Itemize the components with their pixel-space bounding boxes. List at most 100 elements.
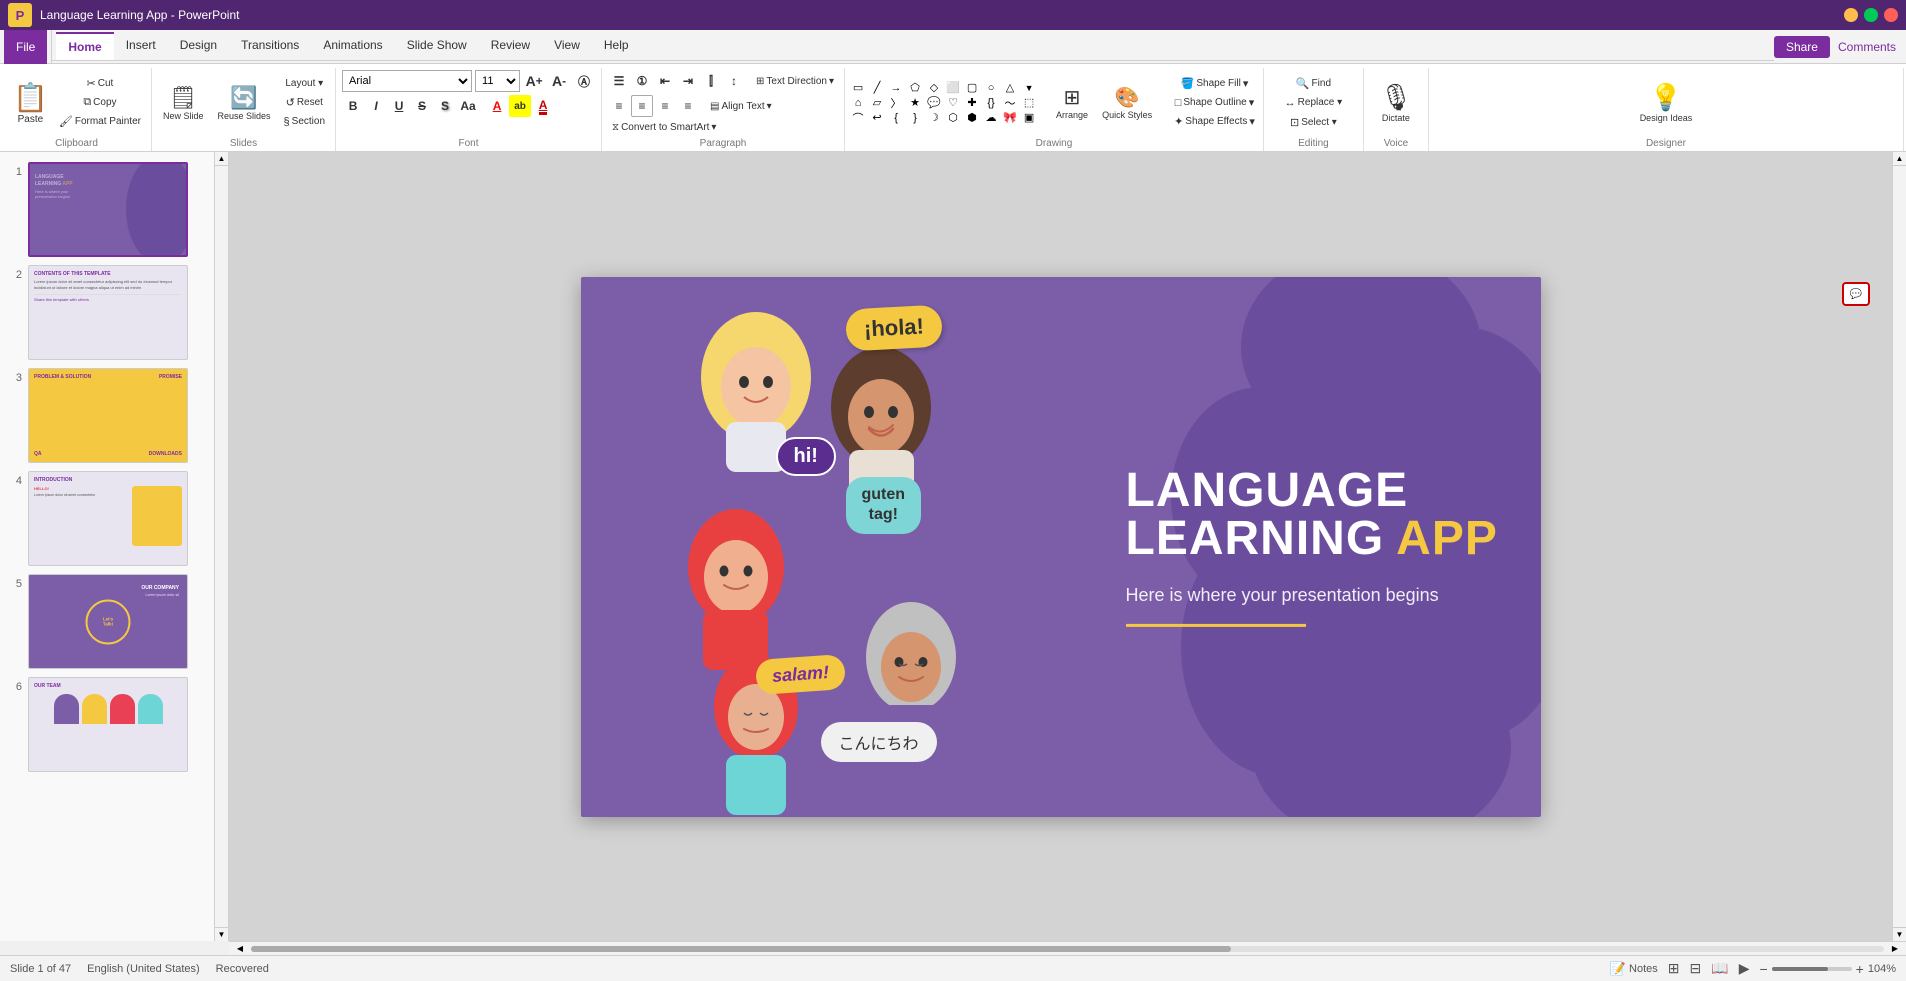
shape-outline-button[interactable]: □ Shape Outline ▾ — [1170, 94, 1259, 111]
dictate-button[interactable]: 🎙 Dictate — [1374, 79, 1417, 126]
increase-indent-button[interactable]: ⇥ — [677, 70, 699, 92]
design-ideas-button[interactable]: 💡 Design Ideas — [1635, 79, 1698, 126]
bent-arrow-shape[interactable]: ↩ — [868, 111, 886, 125]
tab-insert[interactable]: Insert — [114, 32, 168, 60]
text-color-button[interactable]: A — [486, 95, 508, 117]
align-right-button[interactable]: ≡ — [654, 95, 676, 117]
slide-sorter-button[interactable]: ⊟ — [1690, 960, 1702, 977]
zoom-slider[interactable] — [1772, 967, 1852, 971]
slideshow-button[interactable]: ▶ — [1739, 960, 1750, 977]
highlight-button[interactable]: ab — [509, 95, 531, 117]
bold-button[interactable]: B — [342, 95, 364, 117]
decrease-font-button[interactable]: A- — [548, 70, 570, 92]
arc-shape[interactable]: ⌒ — [849, 111, 867, 125]
moon-shape[interactable]: ☽ — [925, 111, 943, 125]
bracket-shape[interactable]: {} — [982, 96, 1000, 110]
text-direction-button[interactable]: ⊞ Text Direction ▾ — [752, 74, 838, 89]
quick-styles-button[interactable]: 🎨 Quick Styles — [1097, 82, 1157, 123]
hscroll-bar[interactable]: ◀ ▶ — [229, 941, 1906, 955]
justify-button[interactable]: ≡ — [677, 95, 699, 117]
tab-animations[interactable]: Animations — [311, 32, 394, 60]
convert-smartart-button[interactable]: ⧖ Convert to SmartArt ▾ — [608, 120, 720, 135]
shape-fill-button[interactable]: 🪣 Shape Fill ▾ — [1170, 75, 1259, 92]
underline-button[interactable]: U — [388, 95, 410, 117]
slide-thumb-2[interactable]: 2 CONTENTS OF THIS TEMPLATE Lorem ipsum … — [6, 263, 208, 362]
maximize-button[interactable] — [1864, 8, 1878, 22]
align-center-button[interactable]: ≡ — [631, 95, 653, 117]
decrease-indent-button[interactable]: ⇤ — [654, 70, 676, 92]
italic-button[interactable]: I — [365, 95, 387, 117]
hscroll-left[interactable]: ◀ — [233, 943, 247, 955]
triangle-shape[interactable]: △ — [1001, 81, 1019, 95]
scroll-down-arrow[interactable]: ▼ — [215, 927, 228, 941]
shape-effects-button[interactable]: ✦ Shape Effects ▾ — [1170, 113, 1259, 130]
cut-button[interactable]: ✂ Cut — [55, 75, 145, 92]
callout-shape[interactable]: 💬 — [925, 96, 943, 110]
rounded-rect-shape[interactable]: ▢ — [963, 81, 981, 95]
comment-indicator[interactable]: 💬 — [1842, 282, 1870, 306]
find-button[interactable]: 🔍 Find — [1270, 75, 1357, 92]
slide-thumb-3[interactable]: 3 PROBLEM & SOLUTION PROMISE QA DOWNLOAD… — [6, 366, 208, 465]
reading-view-button[interactable]: 📖 — [1711, 960, 1728, 977]
section-button[interactable]: §Section — [280, 114, 329, 130]
octagon-shape[interactable]: ⬡ — [944, 111, 962, 125]
diamond-shape[interactable]: ◇ — [925, 81, 943, 95]
align-text-button[interactable]: ▤ Align Text ▾ — [706, 99, 776, 114]
line-shape[interactable]: ╱ — [868, 81, 886, 95]
reset-button[interactable]: ↺Reset — [280, 94, 329, 111]
replace-button[interactable]: ↔ Replace ▾ — [1270, 95, 1357, 111]
strikethrough-button[interactable]: S — [411, 95, 433, 117]
tab-slideshow[interactable]: Slide Show — [395, 32, 479, 60]
file-tab[interactable]: File — [4, 30, 47, 64]
canvas-vscroll[interactable]: ▲ ▼ — [1892, 152, 1906, 941]
tab-review[interactable]: Review — [479, 32, 542, 60]
frame-shape[interactable]: ▣ — [1020, 111, 1038, 125]
tab-view[interactable]: View — [542, 32, 592, 60]
slide-thumb-1[interactable]: 1 LANGUAGE LEARNING APP Here is where yo… — [6, 160, 208, 259]
close-button[interactable] — [1884, 8, 1898, 22]
comments-button[interactable]: Comments — [1838, 40, 1896, 54]
font-family-select[interactable]: Arial — [342, 70, 472, 92]
tab-transitions[interactable]: Transitions — [229, 32, 311, 60]
reuse-slides-button[interactable]: 🔄 Reuse Slides — [213, 82, 276, 124]
more-shapes-button[interactable]: ▼ — [1020, 81, 1038, 95]
vscroll-up[interactable]: ▲ — [1893, 152, 1906, 166]
tab-home[interactable]: Home — [56, 32, 113, 60]
wave-shape[interactable]: 〜 — [1001, 96, 1019, 110]
normal-view-button[interactable]: ⊞ — [1668, 960, 1680, 977]
increase-font-button[interactable]: A+ — [523, 70, 545, 92]
textbox-shape[interactable]: ⬚ — [1020, 96, 1038, 110]
arrow-shape[interactable]: → — [887, 81, 905, 95]
slide-thumb-5[interactable]: 5 Let'sTalk! OUR COMPANY Lorem ipsum dol… — [6, 572, 208, 671]
change-case-button[interactable]: Aa — [457, 95, 479, 117]
slide-panel-scrollbar[interactable]: ▲ ▼ — [215, 152, 229, 941]
notes-button[interactable]: 📝 Notes — [1610, 961, 1658, 977]
heart-shape[interactable]: ♡ — [944, 96, 962, 110]
font-color-button[interactable]: A — [532, 95, 554, 117]
cloud-shape[interactable]: ☁ — [982, 111, 1000, 125]
clear-format-button[interactable]: Ⓐ — [573, 70, 595, 92]
copy-button[interactable]: ⧉ Copy — [55, 94, 145, 111]
cross-shape[interactable]: ✚ — [963, 96, 981, 110]
hscroll-right[interactable]: ▶ — [1888, 943, 1902, 955]
new-slide-button[interactable]: 🗒 New Slide — [158, 82, 209, 124]
layout-button[interactable]: Layout ▾ — [280, 76, 329, 91]
pentagon-shape[interactable]: ⬠ — [906, 81, 924, 95]
share-button[interactable]: Share — [1774, 36, 1830, 58]
chevron-shape[interactable]: 〉 — [887, 96, 905, 110]
shadow-button[interactable]: S — [434, 95, 456, 117]
slide-thumb-6[interactable]: 6 OUR TEAM — [6, 675, 208, 774]
line-spacing-button[interactable]: ↕ — [723, 70, 745, 92]
slide-thumb-4[interactable]: 4 INTRODUCTION HELLO! Lorem ipsum dolor … — [6, 469, 208, 568]
bullets-button[interactable]: ☰ — [608, 70, 630, 92]
ribbon-shape[interactable]: 🎀 — [1001, 111, 1019, 125]
cylinder-shape[interactable]: ⬜ — [944, 81, 962, 95]
rectangle-shape[interactable]: ▭ — [849, 81, 867, 95]
parallelogram-shape[interactable]: ▱ — [868, 96, 886, 110]
hexagon-shape[interactable]: ⬢ — [963, 111, 981, 125]
numbering-button[interactable]: ① — [631, 70, 653, 92]
tab-design[interactable]: Design — [168, 32, 229, 60]
arrange-button[interactable]: ⊞ Arrange — [1051, 82, 1093, 123]
format-painter-button[interactable]: 🖌 Format Painter — [55, 113, 145, 130]
scroll-up-arrow[interactable]: ▲ — [215, 152, 228, 166]
